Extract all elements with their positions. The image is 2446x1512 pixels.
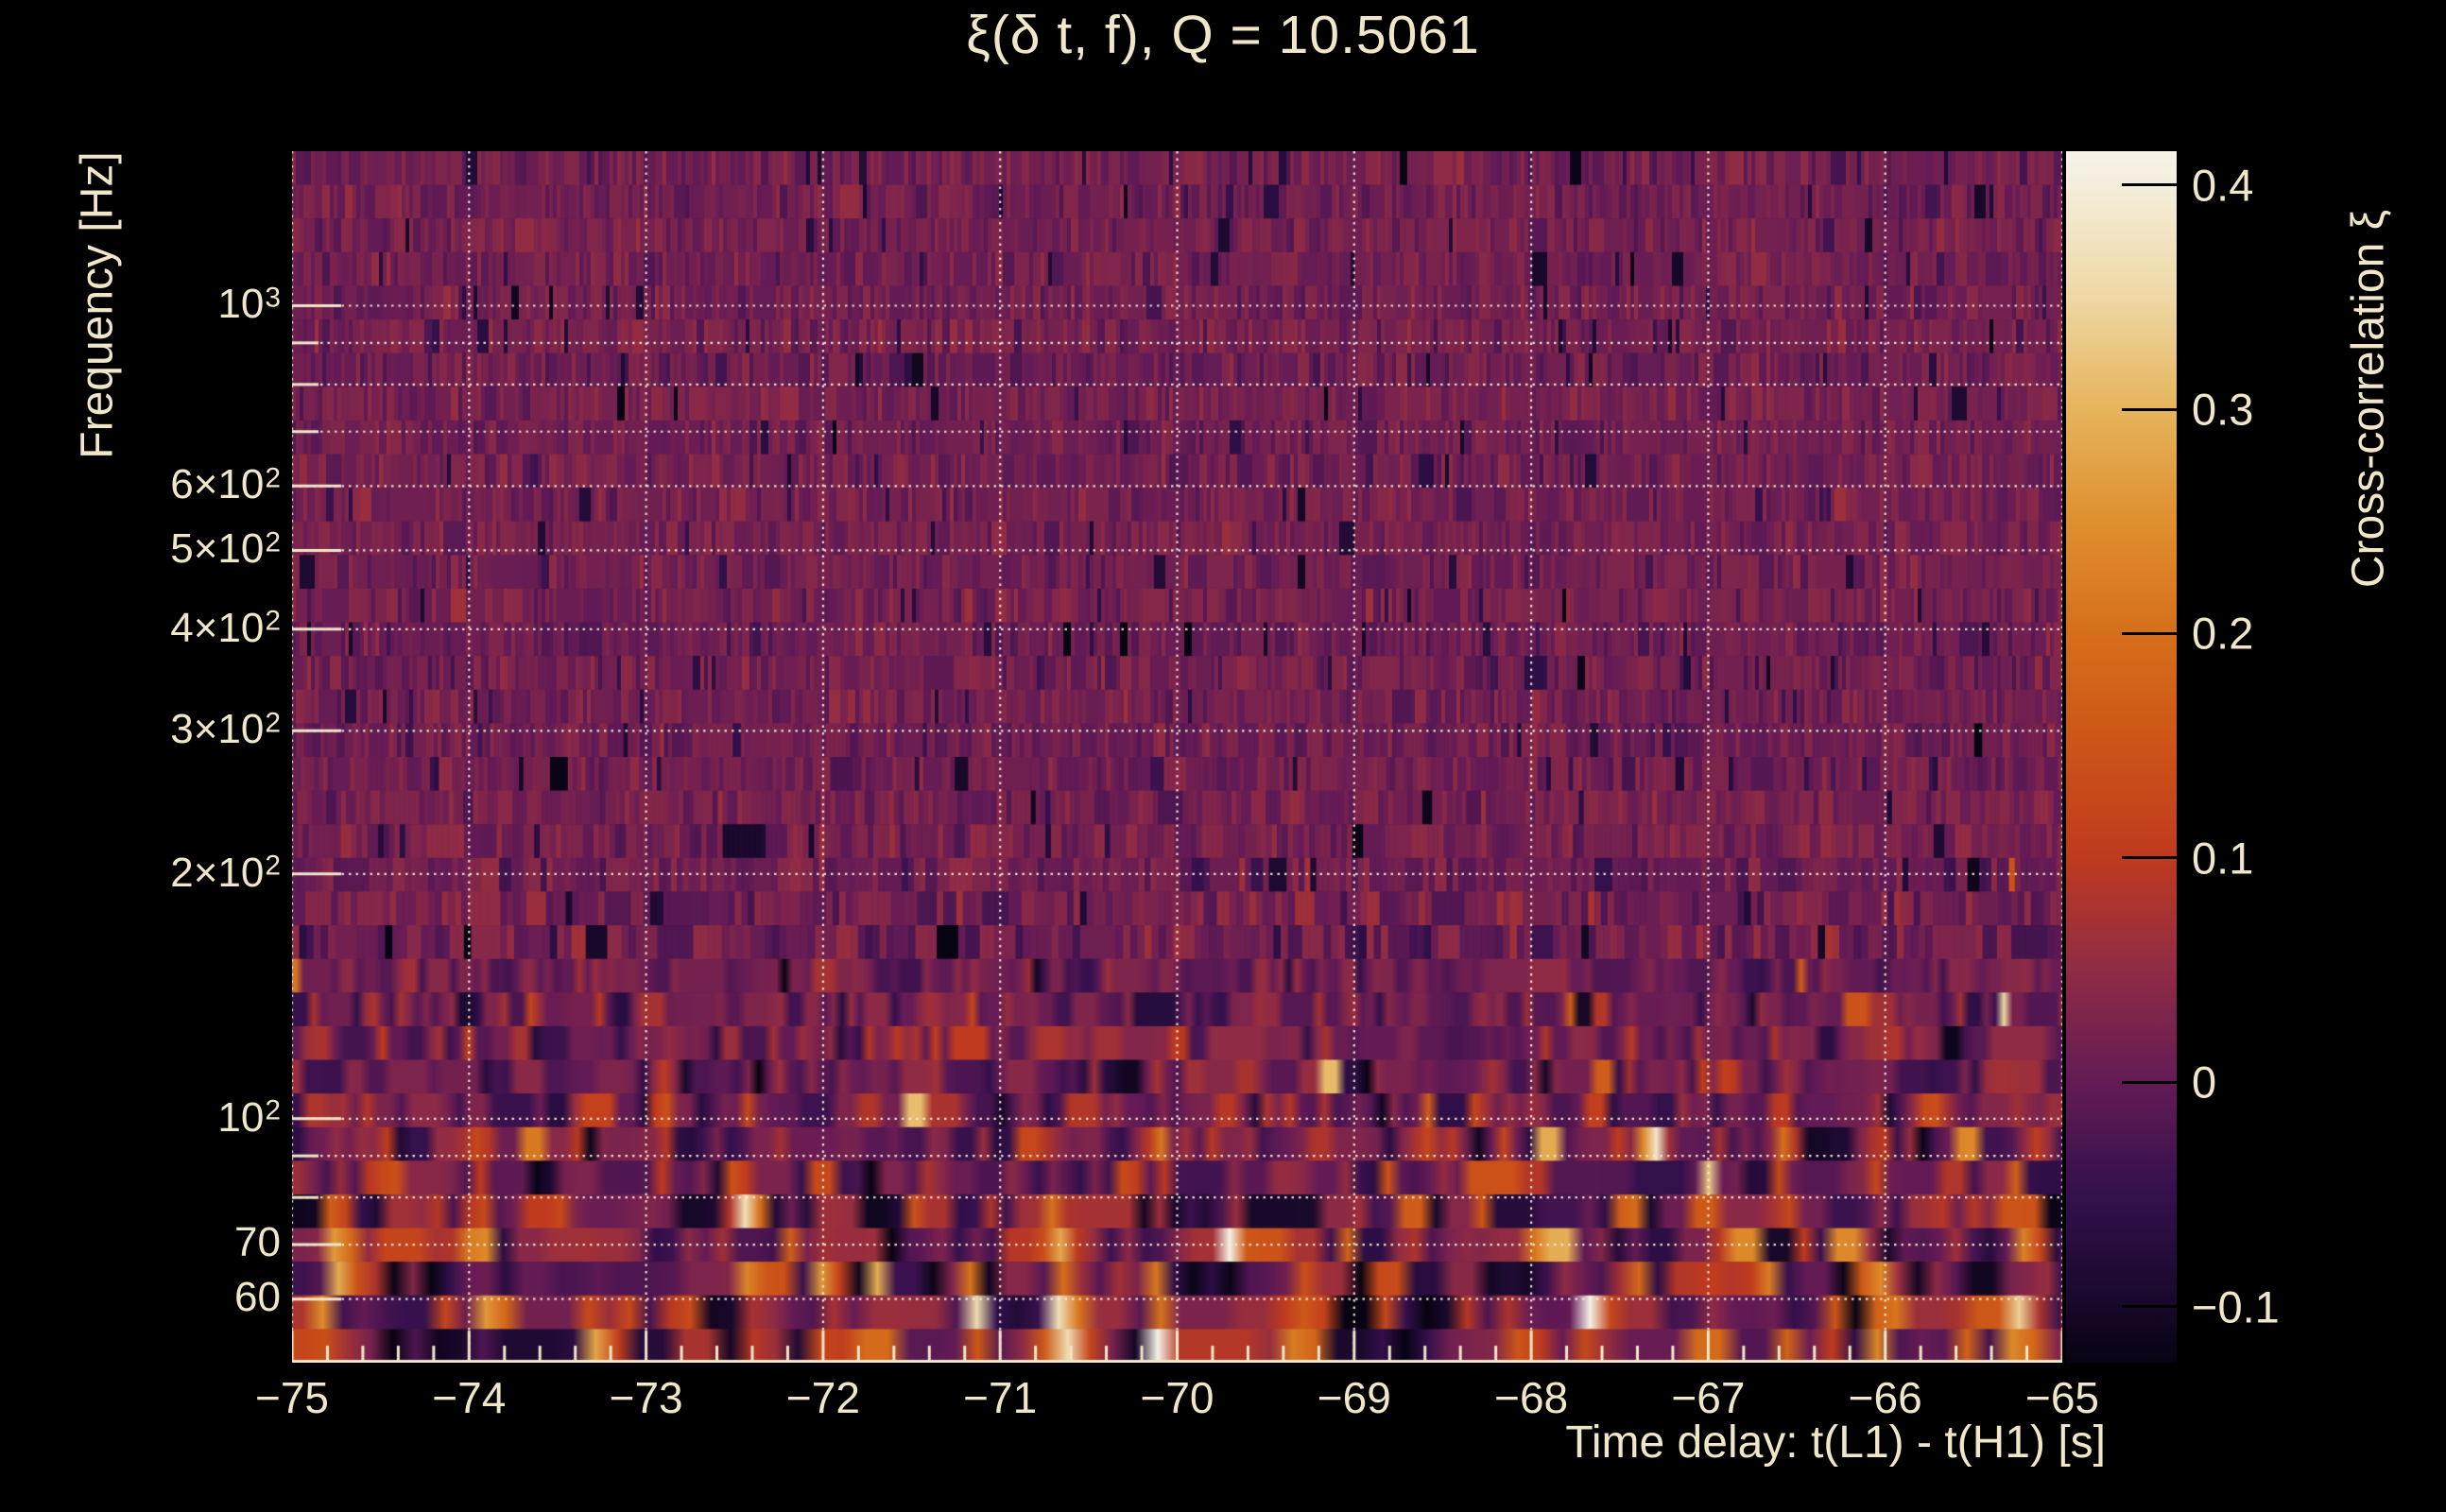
y-tick-label: 2×102 — [170, 850, 281, 897]
colorbar-tick-label: 0.1 — [2192, 833, 2254, 884]
colorbar-tick — [2122, 1080, 2177, 1084]
y-tick-label: 5×102 — [170, 525, 281, 573]
colorbar-tick-label: 0.3 — [2192, 384, 2254, 435]
colorbar-tick — [2122, 407, 2177, 411]
colorbar-tick-label: −0.1 — [2192, 1281, 2280, 1332]
y-tick-label: 3×102 — [170, 706, 281, 753]
y-tick-label: 4×102 — [170, 605, 281, 652]
y-tick-label: 60 — [234, 1273, 281, 1320]
x-tick-label: −66 — [1848, 1373, 1922, 1422]
colorbar-gradient — [2066, 151, 2177, 1363]
x-tick-label: −74 — [432, 1373, 507, 1422]
y-tick-label: 102 — [217, 1093, 281, 1141]
heatmap-canvas — [292, 151, 2062, 1363]
heatmap-plot-area — [292, 151, 2062, 1363]
colorbar-title: Cross-correlation ξ — [2343, 209, 2394, 589]
x-tick-label: −72 — [785, 1373, 860, 1422]
x-tick-label: −70 — [1140, 1373, 1214, 1422]
colorbar-tick — [2122, 631, 2177, 635]
colorbar-tick — [2122, 856, 2177, 860]
plot-title: ξ(δ t, f), Q = 10.5061 — [966, 5, 1480, 65]
figure: ξ(δ t, f), Q = 10.5061 Frequency [Hz] 10… — [0, 0, 2446, 1512]
x-tick-label: −73 — [609, 1373, 683, 1422]
colorbar-tick-label: 0.2 — [2192, 608, 2254, 659]
x-tick-label: −71 — [963, 1373, 1038, 1422]
colorbar-tick-label: 0 — [2192, 1057, 2217, 1108]
x-tick-label: −65 — [2024, 1373, 2100, 1422]
x-tick-label: −67 — [1671, 1373, 1746, 1422]
y-tick-label: 6×102 — [170, 461, 281, 508]
x-tick-label: −75 — [254, 1373, 330, 1422]
x-tick-label: −68 — [1494, 1373, 1569, 1422]
x-axis-title: Time delay: t(L1) - t(H1) [s] — [1565, 1418, 2106, 1468]
y-tick-label: 70 — [234, 1219, 281, 1266]
x-tick-label: −69 — [1317, 1373, 1391, 1422]
y-tick-label: 103 — [217, 281, 281, 328]
colorbar-tick — [2122, 1305, 2177, 1309]
colorbar-tick — [2122, 183, 2177, 187]
colorbar-tick-label: 0.4 — [2192, 160, 2254, 211]
